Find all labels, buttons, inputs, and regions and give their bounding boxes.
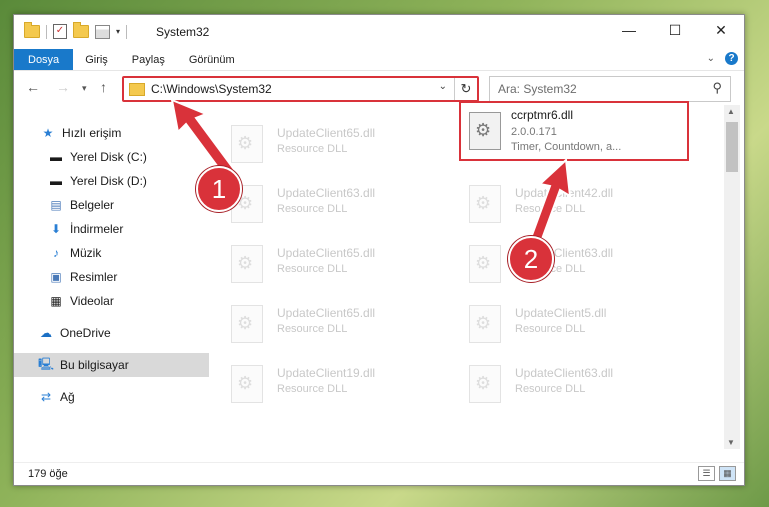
annotation-arrows xyxy=(170,98,572,252)
step-1-badge: 1 xyxy=(196,166,242,212)
step-2-badge: 2 xyxy=(508,236,554,282)
